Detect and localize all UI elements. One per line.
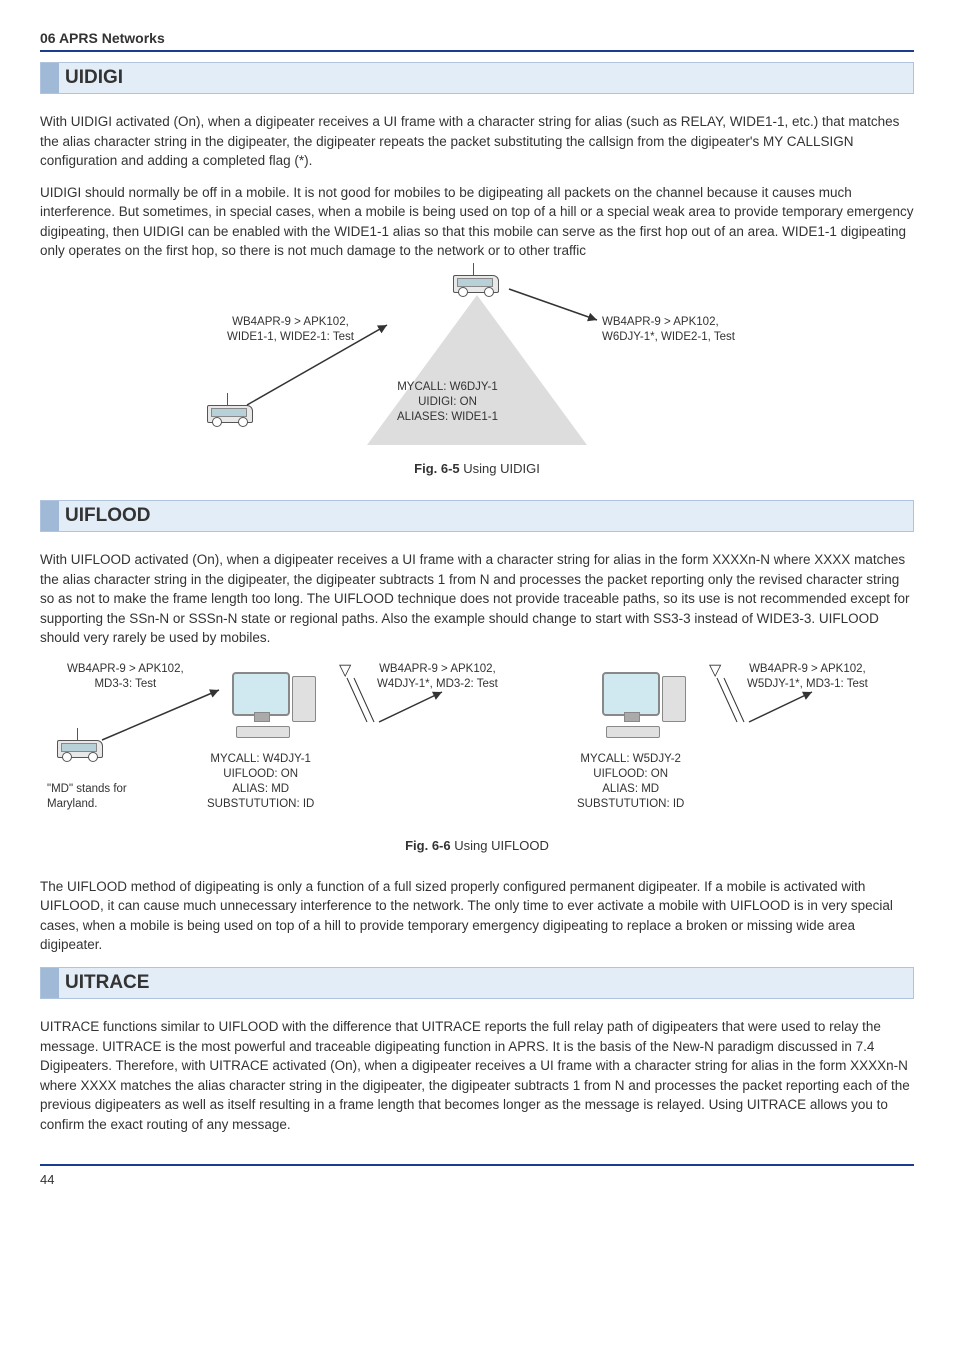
header-rule	[40, 50, 914, 52]
fig66-label3: WB4APR-9 > APK102, W5DJY-1*, MD3-1: Test	[747, 662, 868, 692]
fig66-pc1-label: MYCALL: W4DJY-1 UIFLOOD: ON ALIAS: MD SU…	[207, 752, 314, 812]
figure-6-5: WB4APR-9 > APK102, WIDE1-1, WIDE2-1: Tes…	[40, 275, 914, 476]
fig66-pc1-l3: ALIAS: MD	[232, 783, 289, 795]
footer-rule	[40, 1164, 914, 1166]
fig66-antenna1-icon: ▽	[339, 660, 351, 680]
fig66-label2-l2: W4DJY-1*, MD3-2: Test	[377, 678, 498, 690]
fig65-m-l1: MYCALL: W6DJY-1	[397, 381, 498, 393]
fig66-caption-text: Using UIFLOOD	[451, 838, 549, 853]
van-top-icon	[453, 275, 497, 299]
uiflood-paragraph-1: With UIFLOOD activated (On), when a digi…	[40, 550, 914, 648]
figure-6-6: ▽ ▽ WB4APR-9 > APK102, MD3-3: Test WB4AP	[40, 662, 914, 853]
fig65-right-l1: WB4APR-9 > APK102,	[602, 316, 719, 328]
fig65-left-label: WB4APR-9 > APK102, WIDE1-1, WIDE2-1: Tes…	[227, 315, 354, 345]
uidigi-paragraph-1: With UIDIGI activated (On), when a digip…	[40, 112, 914, 171]
fig66-pc2-l3: ALIAS: MD	[602, 783, 659, 795]
uiflood-paragraph-2: The UIFLOOD method of digipeating is onl…	[40, 877, 914, 955]
fig66-label1-l2: MD3-3: Test	[94, 678, 156, 690]
fig66-pc2-icon	[602, 672, 692, 740]
chapter-header: 06 APRS Networks	[40, 30, 914, 46]
section-heading-uiflood: UIFLOOD	[40, 500, 914, 532]
fig65-right-l2: W6DJY-1*, WIDE2-1, Test	[602, 331, 735, 343]
fig66-pc1-l4: SUBSTUTUTION: ID	[207, 798, 314, 810]
uitrace-paragraph-1: UITRACE functions similar to UIFLOOD wit…	[40, 1017, 914, 1134]
fig66-pc2-l1: MYCALL: W5DJY-2	[580, 753, 681, 765]
fig65-caption-text: Using UIDIGI	[460, 461, 540, 476]
fig65-left-l2: WIDE1-1, WIDE2-1: Test	[227, 331, 354, 343]
van-bottom-icon	[207, 405, 251, 429]
uidigi-paragraph-2: UIDIGI should normally be off in a mobil…	[40, 183, 914, 261]
fig65-m-l3: ALIASES: WIDE1-1	[397, 411, 498, 423]
fig65-caption-bold: Fig. 6-5	[414, 461, 460, 476]
page-number: 44	[40, 1172, 914, 1187]
fig65-m-l2: UIDIGI: ON	[418, 396, 477, 408]
fig66-note: "MD" stands for Maryland.	[47, 782, 127, 812]
fig66-note-l1: "MD" stands for	[47, 783, 127, 795]
fig66-caption-bold: Fig. 6-6	[405, 838, 451, 853]
fig66-label3-l1: WB4APR-9 > APK102,	[749, 663, 866, 675]
fig65-right-label: WB4APR-9 > APK102, W6DJY-1*, WIDE2-1, Te…	[602, 315, 735, 345]
fig66-pc1-l1: MYCALL: W4DJY-1	[210, 753, 311, 765]
fig66-pc2-l4: SUBSTUTUTION: ID	[577, 798, 684, 810]
fig66-caption: Fig. 6-6 Using UIFLOOD	[40, 838, 914, 853]
fig66-label2-l1: WB4APR-9 > APK102,	[379, 663, 496, 675]
fig66-note-l2: Maryland.	[47, 798, 98, 810]
fig66-van-icon	[57, 740, 101, 764]
fig66-label1-l1: WB4APR-9 > APK102,	[67, 663, 184, 675]
fig66-pc1-l2: UIFLOOD: ON	[223, 768, 298, 780]
fig66-pc2-l2: UIFLOOD: ON	[593, 768, 668, 780]
fig65-mountain-label: MYCALL: W6DJY-1 UIDIGI: ON ALIASES: WIDE…	[397, 380, 498, 425]
fig66-antenna2-icon: ▽	[709, 660, 721, 680]
section-heading-uidigi: UIDIGI	[40, 62, 914, 94]
fig66-label3-l2: W5DJY-1*, MD3-1: Test	[747, 678, 868, 690]
fig65-caption: Fig. 6-5 Using UIDIGI	[40, 461, 914, 476]
section-heading-uitrace: UITRACE	[40, 967, 914, 999]
fig66-label2: WB4APR-9 > APK102, W4DJY-1*, MD3-2: Test	[377, 662, 498, 692]
fig65-left-l1: WB4APR-9 > APK102,	[232, 316, 349, 328]
fig66-pc1-icon	[232, 672, 322, 740]
fig66-pc2-label: MYCALL: W5DJY-2 UIFLOOD: ON ALIAS: MD SU…	[577, 752, 684, 812]
fig66-label1: WB4APR-9 > APK102, MD3-3: Test	[67, 662, 184, 692]
